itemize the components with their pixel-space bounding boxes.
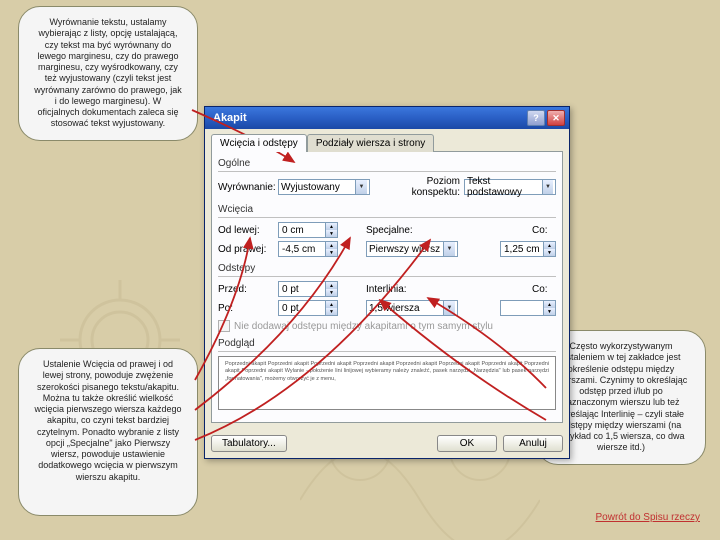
- help-button[interactable]: ?: [527, 110, 545, 126]
- label-special: Specjalne:: [366, 225, 416, 236]
- ok-button[interactable]: OK: [437, 435, 497, 452]
- outline-combo[interactable]: Tekst podstawowy▼: [464, 179, 556, 195]
- label-left: Od lewej:: [218, 225, 274, 236]
- callout-text: Często wykorzystywanym ustaleniem w tej …: [555, 341, 688, 452]
- label-by2: Co:: [532, 284, 556, 295]
- label-outline: Poziom konspektu:: [386, 176, 460, 198]
- close-button[interactable]: ✕: [547, 110, 565, 126]
- no-space-checkbox[interactable]: Nie dodawaj odstępu między akapitami o t…: [218, 320, 556, 332]
- tab-indents[interactable]: Wcięcia i odstępy: [211, 134, 307, 152]
- label-align: Wyrównanie:: [218, 182, 274, 193]
- back-link[interactable]: Powrót do Spisu rzeczy: [596, 511, 701, 524]
- label-right: Od prawej:: [218, 244, 274, 255]
- by2-spin[interactable]: ▲▼: [500, 300, 556, 316]
- linespacing-combo[interactable]: 1,5 wiersza▼: [366, 300, 458, 316]
- alignment-combo[interactable]: Wyjustowany▼: [278, 179, 370, 195]
- before-spin[interactable]: 0 pt▲▼: [278, 281, 338, 297]
- callout-text: Wyrównanie tekstu, ustalamy wybierając z…: [34, 17, 182, 128]
- label-after: Po:: [218, 303, 274, 314]
- label-by: Co:: [532, 225, 556, 236]
- paragraph-dialog: Akapit ? ✕ Wcięcia i odstępy Podziały wi…: [204, 106, 570, 459]
- group-spacing: Odstępy: [218, 263, 556, 274]
- group-preview: Podgląd: [218, 338, 556, 349]
- label-linespacing: Interlinia:: [366, 284, 416, 295]
- indent-right-spin[interactable]: -4,5 cm▲▼: [278, 241, 338, 257]
- special-combo[interactable]: Pierwszy wiersz▼: [366, 241, 458, 257]
- titlebar[interactable]: Akapit ? ✕: [205, 107, 569, 129]
- dialog-title: Akapit: [209, 112, 525, 124]
- indent-left-spin[interactable]: 0 cm▲▼: [278, 222, 338, 238]
- group-indent: Wcięcia: [218, 204, 556, 215]
- group-general: Ogólne: [218, 158, 556, 169]
- tabs-button[interactable]: Tabulatory...: [211, 435, 287, 452]
- tab-panel: Ogólne Wyrównanie: Wyjustowany▼ Poziom k…: [211, 151, 563, 423]
- callout-alignment: Wyrównanie tekstu, ustalamy wybierając z…: [18, 6, 198, 141]
- preview-box: Poprzedni akapit Poprzedni akapit Poprze…: [218, 356, 556, 410]
- after-spin[interactable]: 0 pt▲▼: [278, 300, 338, 316]
- callout-indent: Ustalenie Wcięcia od prawej i od lewej s…: [18, 348, 198, 516]
- by-spin[interactable]: 1,25 cm▲▼: [500, 241, 556, 257]
- callout-text: Ustalenie Wcięcia od prawej i od lewej s…: [34, 359, 181, 482]
- tab-breaks[interactable]: Podziały wiersza i strony: [307, 134, 434, 152]
- label-before: Przed:: [218, 284, 274, 295]
- cancel-button[interactable]: Anuluj: [503, 435, 563, 452]
